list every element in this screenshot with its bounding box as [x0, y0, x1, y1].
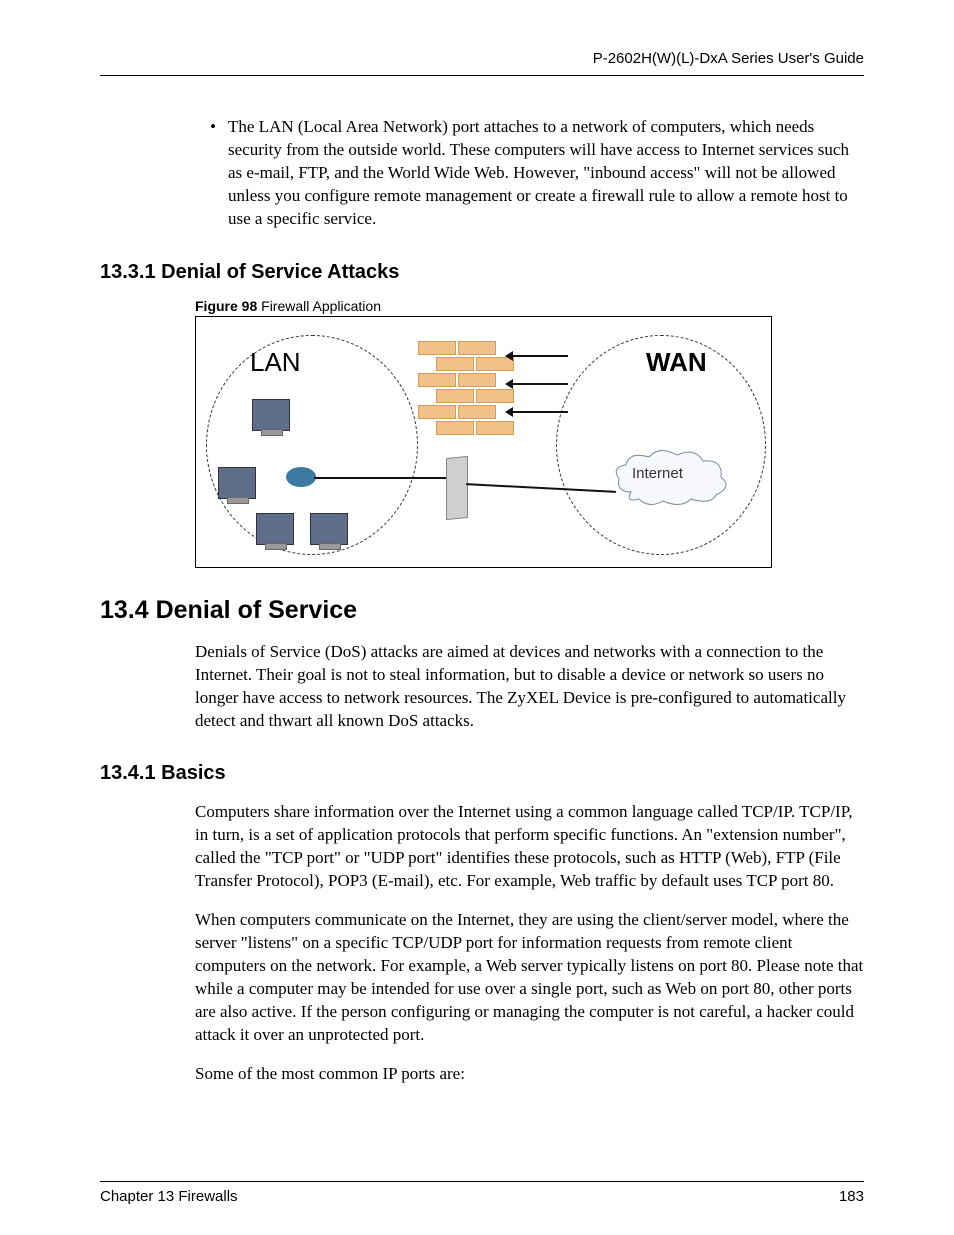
heading-13-4: 13.4 Denial of Service: [100, 596, 864, 625]
figure-98-bold: Figure 98: [195, 298, 257, 314]
guide-title: P-2602H(W)(L)-DxA Series User's Guide: [593, 50, 864, 67]
wan-label: WAN: [646, 347, 707, 378]
arrow-icon: [508, 355, 568, 357]
heading-13-4-1: 13.4.1 Basics: [100, 762, 864, 785]
heading-13-3-1: 13.3.1 Denial of Service Attacks: [100, 261, 864, 284]
internet-label: Internet: [632, 465, 683, 482]
switch-icon: [286, 467, 316, 487]
pc-icon: [310, 513, 348, 545]
bullet-mark: •: [210, 116, 228, 231]
pc-icon: [252, 399, 290, 431]
para-13-4-1-b: When computers communicate on the Intern…: [195, 909, 864, 1047]
footer-page-number: 183: [839, 1188, 864, 1205]
figure-98-caption: Figure 98 Firewall Application: [195, 298, 864, 314]
page-header: P-2602H(W)(L)-DxA Series User's Guide: [100, 50, 864, 76]
para-13-4: Denials of Service (DoS) attacks are aim…: [195, 641, 864, 733]
modem-icon: [446, 456, 468, 520]
arrow-icon: [508, 383, 568, 385]
wire: [314, 477, 446, 479]
bullet-text: The LAN (Local Area Network) port attach…: [228, 116, 864, 231]
arrow-icon: [508, 411, 568, 413]
lan-label: LAN: [250, 347, 301, 378]
pc-icon: [218, 467, 256, 499]
figure-98-rest: Firewall Application: [257, 298, 381, 314]
footer-chapter: Chapter 13 Firewalls: [100, 1188, 238, 1205]
page: P-2602H(W)(L)-DxA Series User's Guide • …: [0, 0, 954, 1235]
para-13-4-1-c: Some of the most common IP ports are:: [195, 1063, 864, 1086]
page-footer: Chapter 13 Firewalls 183: [100, 1181, 864, 1205]
figure-98-diagram: LAN WAN Internet: [195, 316, 772, 568]
pc-icon: [256, 513, 294, 545]
bullet-block: • The LAN (Local Area Network) port atta…: [210, 116, 864, 231]
para-13-4-1-a: Computers share information over the Int…: [195, 801, 864, 893]
firewall-icon: [418, 341, 498, 437]
